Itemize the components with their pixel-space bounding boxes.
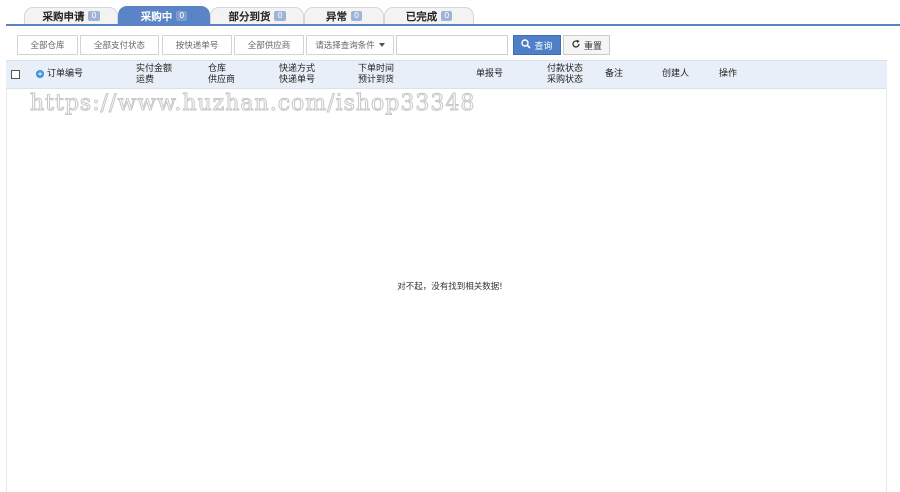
- col-creator-label: 创建人: [662, 69, 690, 79]
- search-input[interactable]: [396, 35, 508, 55]
- col-warehouse: 仓库 供应商: [208, 64, 235, 86]
- col-purchase-status-label: 采购状态: [547, 75, 584, 85]
- caret-down-icon: [378, 43, 385, 47]
- tab-purchase-request[interactable]: 采购申请 0: [24, 7, 118, 24]
- tab-completed[interactable]: 已完成 0: [384, 7, 474, 24]
- refresh-icon: [571, 39, 581, 52]
- tab-exception[interactable]: 异常 0: [304, 7, 384, 24]
- col-creator: 创建人: [662, 69, 689, 80]
- col-remark-label: 备注: [605, 69, 624, 79]
- payment-status-select[interactable]: 全部支付状态: [80, 35, 159, 55]
- col-order-no[interactable]: + 订单编号: [36, 69, 83, 80]
- col-express-no-label: 快递单号: [279, 75, 316, 85]
- query-condition-label: 请选择查询条件: [315, 41, 375, 51]
- col-supplier-label: 供应商: [208, 75, 236, 85]
- payment-status-select-label: 全部支付状态: [93, 41, 145, 51]
- tab-label: 异常: [325, 10, 347, 23]
- col-action: 操作: [719, 69, 737, 80]
- warehouse-select-label: 全部仓库: [30, 41, 65, 51]
- search-button-label: 查询: [534, 41, 553, 52]
- table-header: + 订单编号 实付金额 运费 仓库 供应商 快递方式 快递单号 下单时间 预计到货…: [6, 60, 887, 89]
- status-tabs: 采购申请 0 采购中 0 部分到货 0 异常 0 已完成 0: [0, 0, 900, 27]
- filter-toolbar: 全部仓库 全部支付状态 按快递单号 全部供应商 请选择查询条件 查询 重置: [0, 35, 900, 57]
- supplier-select[interactable]: 全部供应商: [234, 35, 304, 55]
- col-remark: 备注: [605, 69, 623, 80]
- tab-count-badge: 0: [88, 11, 100, 21]
- tab-count-badge: 0: [441, 11, 453, 21]
- warehouse-select[interactable]: 全部仓库: [17, 35, 78, 55]
- reset-button[interactable]: 重置: [563, 35, 610, 55]
- tab-purchasing[interactable]: 采购中 0: [118, 6, 210, 25]
- express-no-select[interactable]: 按快递单号: [162, 35, 232, 55]
- col-expected-arrival-label: 预计到货: [358, 75, 395, 85]
- empty-message: 对不起，没有找到相关数据!: [397, 282, 503, 292]
- col-express: 快递方式 快递单号: [279, 64, 315, 86]
- tab-label: 部分到货: [228, 10, 271, 23]
- tab-partial-arrival[interactable]: 部分到货 0: [210, 7, 304, 24]
- col-order-no-label: 订单编号: [47, 69, 84, 79]
- tab-count-badge: 0: [176, 11, 188, 21]
- col-order-time: 下单时间 预计到货: [358, 64, 394, 86]
- search-button[interactable]: 查询: [513, 35, 561, 55]
- col-order-time-label: 下单时间: [358, 64, 395, 74]
- tab-label: 已完成: [405, 10, 438, 23]
- tab-count-badge: 0: [350, 11, 363, 21]
- col-freight-label: 运费: [136, 75, 155, 85]
- col-payment-status-label: 付款状态: [547, 64, 584, 74]
- col-amount-label: 实付金额: [136, 64, 173, 74]
- col-warehouse-label: 仓库: [208, 64, 227, 74]
- search-icon: [521, 38, 532, 52]
- col-report-no-label: 单报号: [476, 69, 504, 79]
- tab-label: 采购申请: [42, 10, 85, 23]
- col-status: 付款状态 采购状态: [547, 64, 583, 86]
- reset-button-label: 重置: [583, 41, 602, 52]
- tab-label: 采购中: [140, 10, 173, 23]
- col-amount: 实付金额 运费: [136, 64, 172, 86]
- query-condition-dropdown[interactable]: 请选择查询条件: [306, 35, 394, 55]
- col-express-method-label: 快递方式: [279, 64, 316, 74]
- col-report-no: 单报号: [476, 69, 503, 80]
- tab-count-badge: 0: [274, 11, 286, 21]
- express-no-select-label: 按快递单号: [175, 41, 219, 51]
- expand-icon[interactable]: +: [36, 69, 44, 78]
- supplier-select-label: 全部供应商: [247, 41, 291, 51]
- col-action-label: 操作: [719, 69, 738, 79]
- watermark: https://www.huzhan.com/ishop33348: [29, 91, 476, 117]
- select-all-checkbox[interactable]: [11, 70, 20, 79]
